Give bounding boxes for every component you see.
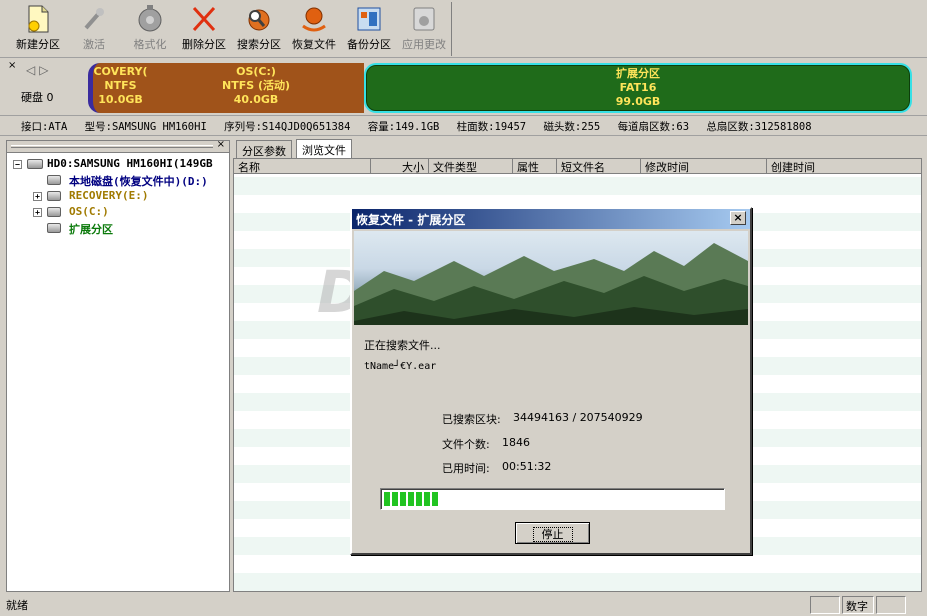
- search-progress-bar: [380, 488, 725, 510]
- partition-fs: FAT16: [619, 81, 657, 94]
- elapsed-time-label: 已用时间:: [442, 462, 490, 475]
- column-header-created[interactable]: 创建时间: [767, 159, 921, 174]
- close-icon[interactable]: ×: [8, 60, 16, 71]
- column-header-attributes[interactable]: 属性: [513, 159, 557, 174]
- file-count-label: 文件个数:: [442, 438, 490, 451]
- search-partition-button[interactable]: 搜索分区: [231, 4, 287, 54]
- disk-tree-pane: × − HD0:SAMSUNG HM160HI(149GB 本地磁盘(恢复文件中…: [6, 139, 230, 592]
- format-icon: [136, 4, 164, 34]
- stop-button-label: 停止: [532, 527, 573, 542]
- disk-nav-arrows[interactable]: ◁▷: [26, 63, 52, 77]
- new-partition-icon: [24, 4, 52, 34]
- new-partition-button[interactable]: 新建分区: [10, 4, 66, 54]
- partition-extended[interactable]: 扩展分区 FAT16 99.0GB: [364, 63, 912, 113]
- backup-partition-button[interactable]: 备份分区: [341, 4, 397, 54]
- status-text: 就绪: [6, 599, 28, 612]
- model-info: 型号:SAMSUNG HM160HI: [84, 121, 207, 133]
- sectors-per-track-info: 每道扇区数:63: [617, 121, 690, 133]
- column-header-short-name[interactable]: 短文件名: [557, 159, 641, 174]
- tree-label: OS(C:): [69, 205, 109, 218]
- searched-blocks-value: 34494163 / 207540929: [513, 411, 643, 424]
- disk-label: 硬盘 0: [21, 91, 54, 104]
- column-header-type[interactable]: 文件类型: [429, 159, 513, 174]
- status-bar: 就绪 数字: [0, 594, 927, 616]
- partition-icon: [47, 207, 61, 217]
- status-cell-empty: [876, 596, 906, 614]
- partition-os[interactable]: OS(C:) NTFS (活动) 40.0GB: [148, 63, 364, 113]
- tab-partition-params[interactable]: 分区参数: [236, 140, 292, 158]
- partition-size: 10.0GB: [98, 93, 143, 106]
- collapse-icon[interactable]: −: [13, 160, 22, 169]
- search-partition-icon: [245, 4, 273, 34]
- activate-button[interactable]: 激活: [66, 4, 122, 54]
- partition-fs: NTFS: [104, 79, 137, 92]
- interface-info: 接口:ATA: [21, 121, 68, 133]
- search-status: 正在搜索文件...: [364, 339, 441, 352]
- partition-icon: [47, 223, 61, 233]
- status-cell-empty: [810, 596, 840, 614]
- dialog-close-button[interactable]: ×: [730, 211, 746, 225]
- toolbar-group: 新建分区 激活 格式化 删除分区 搜索分区 恢复文件 备份分区 应用更改: [6, 2, 452, 56]
- stop-button[interactable]: 停止: [515, 522, 590, 544]
- partition-icon: [47, 191, 61, 201]
- heads-info: 磁头数:255: [543, 121, 601, 133]
- expand-icon[interactable]: +: [33, 192, 42, 201]
- activate-icon: [80, 4, 108, 34]
- file-count-value: 1846: [502, 436, 530, 449]
- dialog-title: 恢复文件 - 扩展分区: [356, 213, 466, 227]
- tree-label: 本地磁盘(恢复文件中)(D:): [69, 175, 208, 188]
- recover-files-icon: [300, 4, 328, 34]
- backup-icon: [355, 4, 383, 34]
- disk-map: × ◁▷ 硬盘 0 COVERY( NTFS 10.0GB OS(C:) NTF…: [0, 58, 927, 116]
- partition-icon: [47, 175, 61, 185]
- expand-icon[interactable]: +: [33, 208, 42, 217]
- serial-info: 序列号:S14QJD0Q651384: [224, 121, 351, 133]
- recover-files-button[interactable]: 恢复文件: [286, 4, 342, 54]
- format-button[interactable]: 格式化: [122, 4, 178, 54]
- tree-label: RECOVERY(E:): [69, 189, 149, 202]
- pane-grip[interactable]: [11, 145, 213, 148]
- partition-name: OS(C:): [236, 65, 276, 78]
- searched-blocks-label: 已搜索区块:: [442, 413, 501, 426]
- partition-size: 40.0GB: [233, 93, 279, 106]
- column-header-name[interactable]: 名称: [234, 159, 371, 174]
- tree-label: 扩展分区: [69, 223, 113, 236]
- num-lock-indicator: 数字: [842, 596, 874, 614]
- cylinders-info: 柱面数:19457: [456, 121, 527, 133]
- progress-fill: [384, 492, 440, 506]
- elapsed-time-value: 00:51:32: [502, 460, 552, 473]
- tree-pane-header: ×: [7, 139, 229, 153]
- column-header-modified[interactable]: 修改时间: [641, 159, 767, 174]
- recover-files-dialog: 恢复文件 - 扩展分区 × 正在搜索文件... tName┘€Y.ear 已搜索…: [350, 207, 752, 555]
- dialog-title-bar[interactable]: 恢复文件 - 扩展分区 ×: [352, 209, 750, 229]
- close-icon[interactable]: ×: [217, 139, 225, 150]
- partition-recovery[interactable]: COVERY( NTFS 10.0GB: [88, 63, 148, 113]
- hard-disk-icon: [27, 159, 43, 169]
- total-sectors-info: 总扇区数:312581808: [706, 121, 812, 133]
- toolbar: 新建分区 激活 格式化 删除分区 搜索分区 恢复文件 备份分区 应用更改: [0, 0, 927, 58]
- tree-label: HD0:SAMSUNG HM160HI(149GB: [47, 157, 213, 170]
- capacity-info: 容量:149.1GB: [367, 121, 440, 133]
- apply-changes-button[interactable]: 应用更改: [396, 4, 452, 54]
- partition-name: COVERY(: [93, 65, 148, 78]
- tab-browse-files[interactable]: 浏览文件: [296, 139, 352, 158]
- delete-icon: [190, 4, 218, 34]
- delete-partition-button[interactable]: 删除分区: [176, 4, 232, 54]
- current-file-name: tName┘€Y.ear: [364, 361, 437, 372]
- apply-icon: [410, 4, 438, 34]
- disk-info-line: 接口:ATA 型号:SAMSUNG HM160HI 序列号:S14QJD0Q65…: [0, 116, 927, 136]
- column-header-size[interactable]: 大小: [371, 159, 429, 174]
- partition-size: 99.0GB: [615, 95, 661, 108]
- mountain-banner-image: [354, 231, 748, 325]
- partition-fs: NTFS (活动): [221, 79, 291, 92]
- partition-name: 扩展分区: [616, 67, 660, 80]
